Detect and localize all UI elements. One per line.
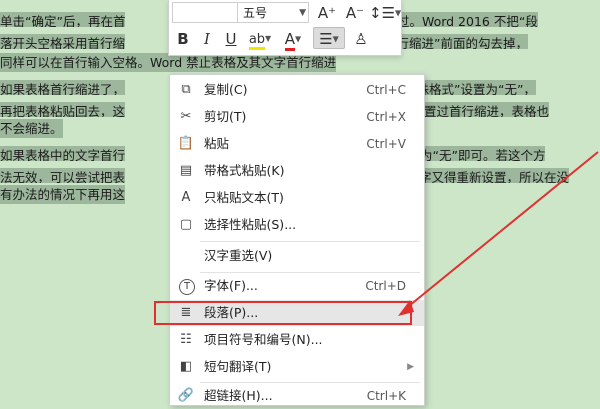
menu-item-hyperlink[interactable]: 🔗 超链接(H)... Ctrl+K xyxy=(170,383,424,409)
menu-item-copy[interactable]: ⧉ 复制(C) Ctrl+C xyxy=(170,77,424,103)
translate-icon: ◧ xyxy=(179,359,193,374)
line-spacing-button[interactable]: ↕☰▼ xyxy=(369,2,402,24)
highlight-button[interactable]: ab▼ xyxy=(245,28,275,50)
chevron-down-icon: ▼ xyxy=(299,8,306,18)
font-name-select[interactable] xyxy=(172,2,238,23)
paragraph-icon: ≣ xyxy=(180,305,192,320)
align-button[interactable]: ☰▼ xyxy=(313,27,345,49)
chevron-down-icon: ▼ xyxy=(395,8,402,18)
menu-item-paste-format[interactable]: ▤ 带格式粘贴(K) xyxy=(170,158,424,184)
scissors-icon: ✂ xyxy=(180,109,192,124)
menu-item-paste-special[interactable]: ▢ 选择性粘贴(S)... xyxy=(170,212,424,238)
menu-item-bullets-numbering[interactable]: ☷ 项目符号和编号(N)... xyxy=(170,327,424,353)
font-size-select[interactable]: 五号 ▼ xyxy=(237,2,309,23)
menu-separator xyxy=(200,241,420,242)
chevron-right-icon: ▶ xyxy=(407,362,414,372)
font-color-button[interactable]: A▼ xyxy=(279,28,307,51)
menu-item-font[interactable]: T 字体(F)... Ctrl+D xyxy=(170,273,424,299)
format-painter-button[interactable]: ♙ xyxy=(349,28,373,50)
paste-special-icon: ▢ xyxy=(179,217,193,232)
underline-button[interactable]: U xyxy=(221,28,241,50)
italic-button[interactable]: I xyxy=(197,28,217,50)
shrink-font-button[interactable]: A⁻ xyxy=(343,2,367,24)
chevron-down-icon: ▼ xyxy=(295,34,302,44)
copy-icon: ⧉ xyxy=(181,82,191,97)
doc-line: 有办法的情况下再用这 xyxy=(0,185,126,204)
paste-format-icon: ▤ xyxy=(179,163,193,178)
menu-item-reselect-hanzi[interactable]: 汉字重选(V) xyxy=(170,243,424,269)
doc-line: 不会缩进。 xyxy=(0,119,63,138)
paste-text-icon: A xyxy=(181,190,191,205)
menu-item-paste-text[interactable]: A 只粘贴文本(T) xyxy=(170,185,424,211)
menu-item-translate[interactable]: ◧ 短句翻译(T) ▶ xyxy=(170,354,424,380)
menu-item-paste[interactable]: 📋 粘贴 Ctrl+V xyxy=(170,131,424,157)
chevron-down-icon: ▼ xyxy=(332,34,339,44)
menu-item-paragraph[interactable]: ≣ 段落(P)... xyxy=(170,300,424,326)
doc-line: 同样可以在首行输入空格。Word 禁止表格及其文字首行缩进 xyxy=(0,53,337,72)
chevron-down-icon: ▼ xyxy=(265,34,272,43)
link-icon: 🔗 xyxy=(177,388,195,403)
menu-item-cut[interactable]: ✂ 剪切(T) Ctrl+X xyxy=(170,104,424,130)
bold-button[interactable]: B xyxy=(173,28,193,50)
paste-icon: 📋 xyxy=(177,136,195,151)
context-menu: ⧉ 复制(C) Ctrl+C ✂ 剪切(T) Ctrl+X 📋 粘贴 Ctrl+… xyxy=(169,74,425,406)
font-icon: T xyxy=(179,279,195,295)
list-icon: ☷ xyxy=(180,332,192,347)
mini-toolbar: 五号 ▼ A⁺ A⁻ ↕☰▼ B I U ab▼ A▼ ☰▼ ♙ xyxy=(168,0,402,56)
grow-font-button[interactable]: A⁺ xyxy=(315,2,339,24)
